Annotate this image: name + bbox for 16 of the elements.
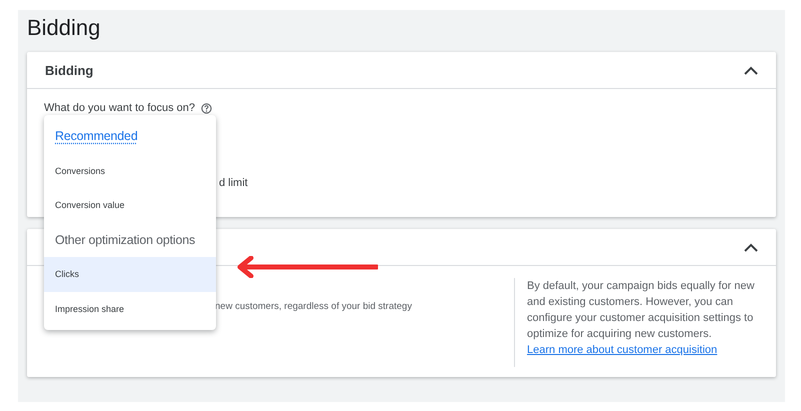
help-icon[interactable]: [201, 102, 212, 114]
menu-option[interactable]: Clicks: [44, 257, 216, 292]
arrow-icon: [236, 256, 378, 278]
collapse-icon[interactable]: [744, 242, 758, 252]
option-label: d limit: [219, 177, 248, 189]
page-title: Bidding: [27, 16, 102, 42]
focus-question: What do you want to focus on?: [44, 102, 196, 114]
info-text: By default, your campaign bids equally for new and existing customers. However, you can configure your customer acquisition settings to optimize for acquiring new customers. Learn more about customer acquisition: [527, 280, 754, 356]
group-header[interactable]: Recommended: [44, 119, 216, 154]
collapse-icon[interactable]: [744, 66, 758, 74]
menu-option[interactable]: Conversion value: [44, 188, 216, 222]
group-header: Other optimization options: [54, 232, 196, 249]
learn-more-link[interactable]: Learn more about customer acquisition: [527, 342, 718, 358]
menu-option[interactable]: Impression share: [44, 292, 216, 326]
card-title: Bidding: [45, 62, 94, 78]
menu-option[interactable]: Conversions: [44, 154, 216, 188]
